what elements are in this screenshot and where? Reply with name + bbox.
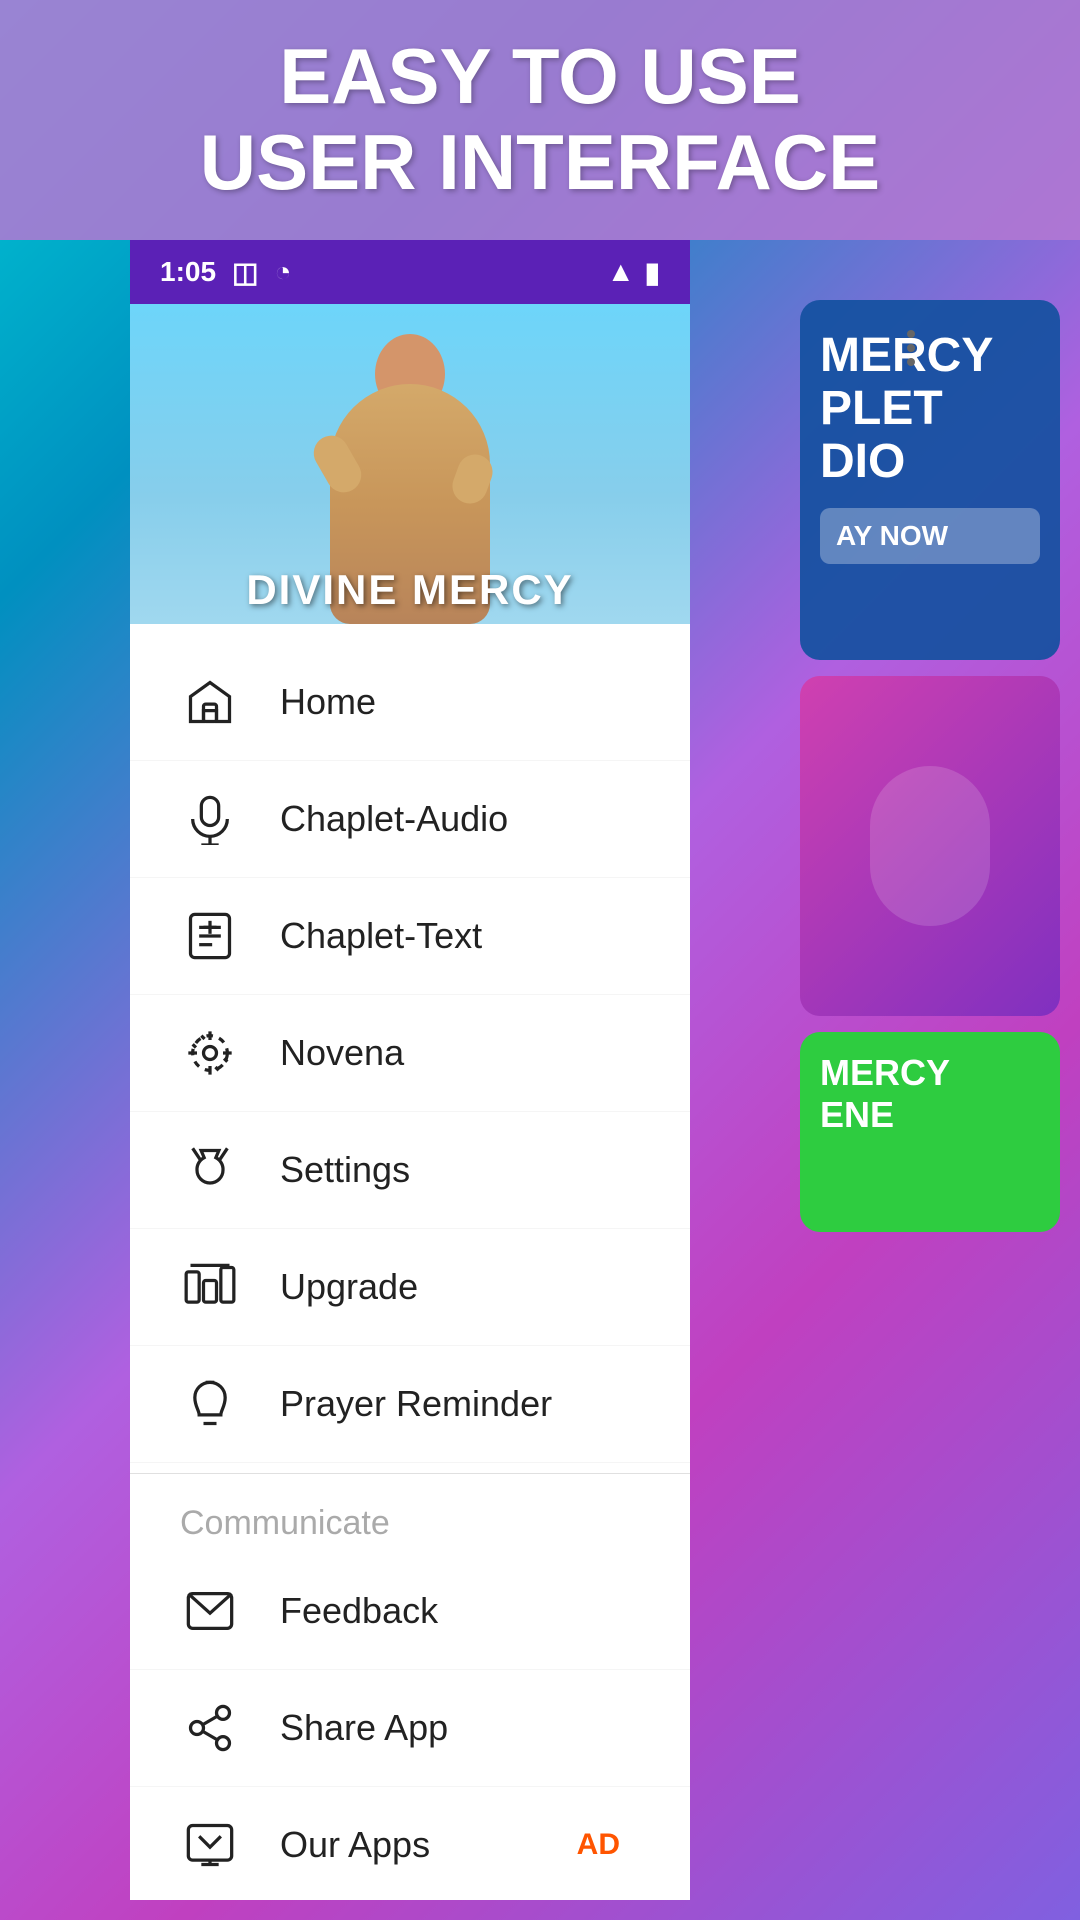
our-apps-label: Our Apps bbox=[280, 1824, 430, 1866]
top-banner-text: EASY TO USE USER INTERFACE bbox=[200, 34, 880, 206]
menu-item-upgrade[interactable]: Upgrade bbox=[130, 1229, 690, 1346]
chaplet-text-icon bbox=[180, 906, 240, 966]
three-dots-menu[interactable] bbox=[897, 320, 925, 376]
settings-label: Settings bbox=[280, 1149, 410, 1191]
our-apps-row: Our Apps AD bbox=[180, 1815, 640, 1875]
dot-3 bbox=[907, 358, 915, 366]
card-green[interactable]: MERCYENE bbox=[800, 1032, 1060, 1232]
signal-icon: ▲ bbox=[607, 256, 635, 288]
phone-frame: 1:05 ◫ ◔ ▲ ▮ DIVINE MERCY Home bbox=[130, 240, 690, 1900]
menu-item-our-apps[interactable]: Our Apps AD bbox=[130, 1787, 690, 1900]
our-apps-icon bbox=[180, 1815, 240, 1875]
menu-item-settings[interactable]: Settings bbox=[130, 1112, 690, 1229]
upgrade-label: Upgrade bbox=[280, 1266, 418, 1308]
prayer-reminder-icon bbox=[180, 1374, 240, 1434]
chaplet-audio-icon bbox=[180, 789, 240, 849]
menu-item-chaplet-audio[interactable]: Chaplet-Audio bbox=[130, 761, 690, 878]
feedback-label: Feedback bbox=[280, 1590, 438, 1632]
play-button[interactable]: AY NOW bbox=[820, 508, 1040, 564]
share-row: Share App bbox=[180, 1698, 640, 1758]
home-icon bbox=[180, 672, 240, 732]
menu-item-prayer-reminder[interactable]: Prayer Reminder bbox=[130, 1346, 690, 1463]
upgrade-icon bbox=[180, 1257, 240, 1317]
chaplet-text-label: Chaplet-Text bbox=[280, 915, 482, 957]
share-left: Share App bbox=[180, 1698, 448, 1758]
chaplet-audio-label: Chaplet-Audio bbox=[280, 798, 508, 840]
our-apps-left: Our Apps bbox=[180, 1815, 430, 1875]
card-mercy[interactable]: MERCYPLETDIO AY NOW bbox=[800, 300, 1060, 660]
battery-icon: ▮ bbox=[645, 256, 660, 289]
dot-2 bbox=[907, 344, 915, 352]
communicate-header: Communicate bbox=[130, 1473, 690, 1553]
menu-item-home[interactable]: Home bbox=[130, 644, 690, 761]
dot-1 bbox=[907, 330, 915, 338]
settings-icon bbox=[180, 1140, 240, 1200]
novena-icon bbox=[180, 1023, 240, 1083]
share-app-label: Share App bbox=[280, 1707, 448, 1749]
status-bar: 1:05 ◫ ◔ ▲ ▮ bbox=[130, 240, 690, 304]
menu-item-novena[interactable]: Novena bbox=[130, 995, 690, 1112]
novena-label: Novena bbox=[280, 1032, 404, 1074]
status-right: ▲ ▮ bbox=[607, 256, 660, 289]
card-pink[interactable] bbox=[800, 676, 1060, 1016]
notification-icon: ◔ bbox=[275, 256, 292, 288]
card-mercy-text: MERCYPLETDIO bbox=[820, 330, 1040, 488]
sim-icon: ◫ bbox=[232, 256, 258, 289]
status-left: 1:05 ◫ ◔ bbox=[160, 256, 291, 289]
feedback-icon bbox=[180, 1581, 240, 1641]
prayer-reminder-label: Prayer Reminder bbox=[280, 1383, 552, 1425]
share-icon bbox=[180, 1698, 240, 1758]
top-banner: EASY TO USE USER INTERFACE bbox=[0, 0, 1080, 240]
drawer-menu: Home Chaplet-Audio Chaplet-Text Novena bbox=[130, 624, 690, 1900]
hero-title: DIVINE MERCY bbox=[130, 566, 690, 614]
time-display: 1:05 bbox=[160, 256, 216, 288]
feedback-left: Feedback bbox=[180, 1581, 438, 1641]
menu-item-chaplet-text[interactable]: Chaplet-Text bbox=[130, 878, 690, 995]
hero-area: DIVINE MERCY bbox=[130, 304, 690, 624]
home-label: Home bbox=[280, 681, 376, 723]
ad-badge: AD bbox=[577, 1828, 620, 1862]
right-overlay: MERCYPLETDIO AY NOW MERCYENE bbox=[800, 300, 1060, 1232]
menu-item-feedback[interactable]: Feedback bbox=[130, 1553, 690, 1670]
feedback-row: Feedback bbox=[180, 1581, 640, 1641]
menu-item-share-app[interactable]: Share App bbox=[130, 1670, 690, 1787]
